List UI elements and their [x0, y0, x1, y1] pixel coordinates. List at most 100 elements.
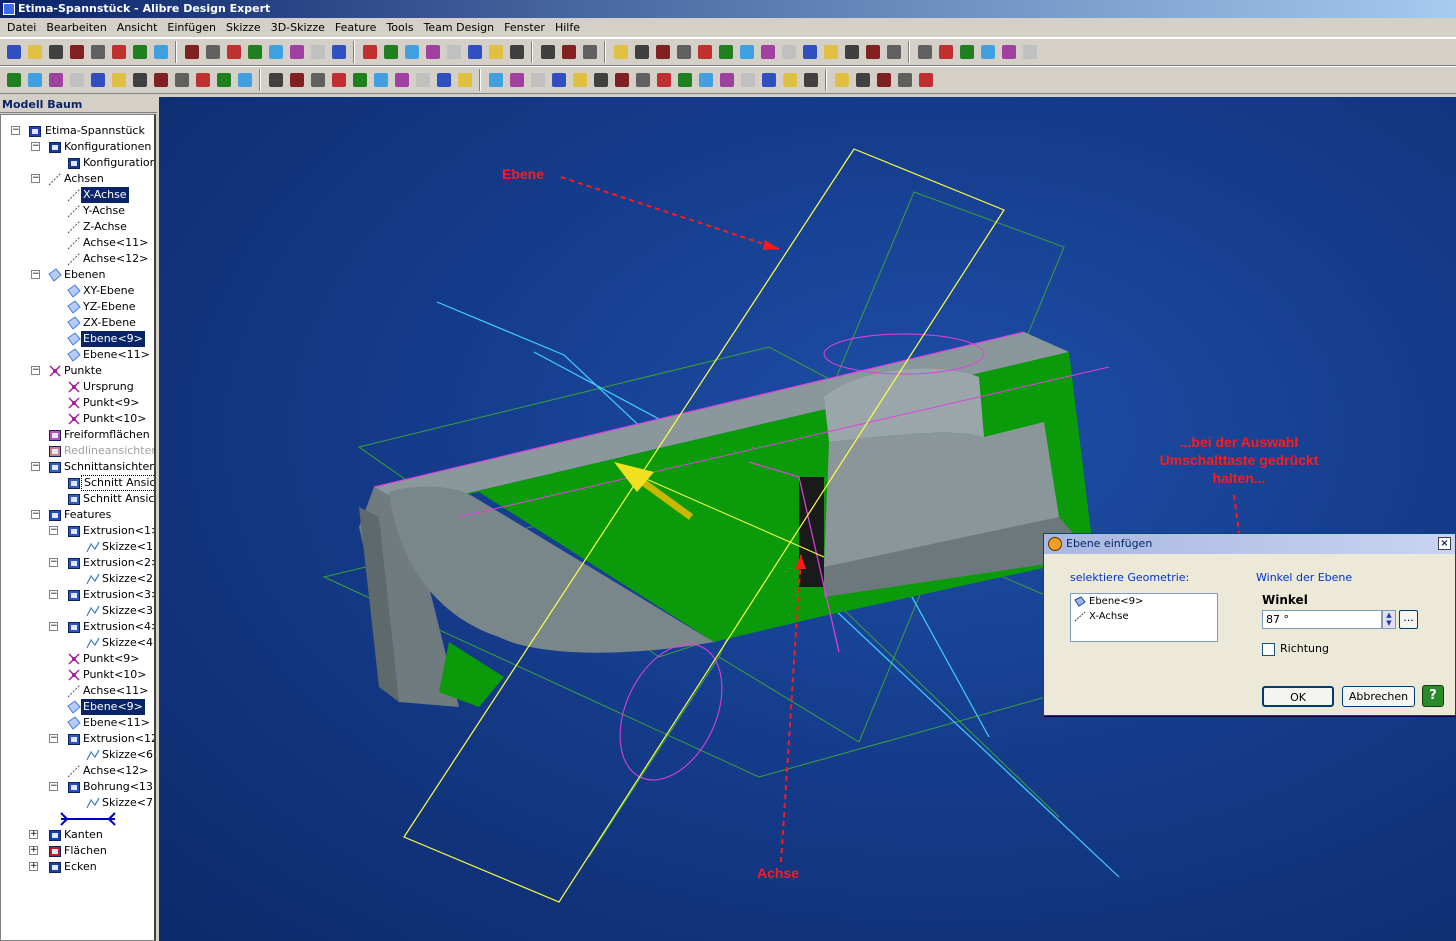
toolbar-button[interactable] — [203, 43, 222, 62]
toolbar-button[interactable] — [842, 43, 861, 62]
toolbar-button[interactable] — [350, 71, 369, 90]
toolbar-button[interactable] — [4, 43, 23, 62]
rollback-marker-icon[interactable] — [59, 812, 117, 826]
toolbar-button[interactable] — [716, 43, 735, 62]
tree-item[interactable]: Redlineansichten — [1, 443, 154, 459]
toolbar-button[interactable] — [214, 71, 233, 90]
collapse-icon[interactable]: − — [49, 590, 58, 599]
toolbar-button[interactable] — [863, 43, 882, 62]
direction-checkbox[interactable] — [1262, 643, 1275, 656]
toolbar-button[interactable] — [895, 71, 914, 90]
collapse-icon[interactable]: − — [31, 174, 40, 183]
menu-item[interactable]: Tools — [381, 21, 418, 34]
toolbar-button[interactable] — [915, 43, 934, 62]
tree-item[interactable]: Schnitt Ansicht — [1, 475, 154, 491]
tree-item[interactable]: − Konfigurationen — [1, 139, 154, 155]
angle-input[interactable]: 87 ° — [1262, 610, 1382, 629]
toolbar-button[interactable] — [308, 43, 327, 62]
tree-item[interactable]: Konfiguration<1> — [1, 155, 154, 171]
menu-item[interactable]: Bearbeiten — [41, 21, 111, 34]
tree-item[interactable]: ZX-Ebene — [1, 315, 154, 331]
tree-item[interactable]: − Etima-Spannstück — [1, 123, 154, 139]
angle-spinner[interactable]: ▲ ▼ — [1382, 610, 1396, 629]
toolbar-button[interactable] — [884, 43, 903, 62]
tree-item[interactable]: Ebene<11> — [1, 347, 154, 363]
toolbar-button[interactable] — [758, 43, 777, 62]
toolbar-button[interactable] — [801, 71, 820, 90]
collapse-icon[interactable]: − — [49, 558, 58, 567]
toolbar-button[interactable] — [329, 71, 348, 90]
toolbar-button[interactable] — [675, 71, 694, 90]
tree-item[interactable]: Freiformflächen — [1, 427, 154, 443]
tree-item[interactable]: Achse<11> — [1, 235, 154, 251]
tree-item[interactable]: YZ-Ebene — [1, 299, 154, 315]
tree-item[interactable]: + Ecken — [1, 859, 154, 875]
collapse-icon[interactable]: − — [11, 126, 20, 135]
ok-button[interactable]: OK — [1262, 686, 1334, 707]
model-tree[interactable]: − Etima-Spannstück − Konfigurationen Konfigu… — [0, 114, 156, 941]
toolbar-button[interactable] — [738, 71, 757, 90]
toolbar-button[interactable] — [559, 43, 578, 62]
3d-viewport[interactable]: Ebene Achse ...bei der Auswahl Umschaltt… — [159, 97, 1456, 941]
toolbar-button[interactable] — [674, 43, 693, 62]
toolbar-button[interactable] — [507, 71, 526, 90]
toolbar-button[interactable] — [224, 43, 243, 62]
geometry-item-axis[interactable]: X-Achse — [1071, 609, 1217, 624]
toolbar-button[interactable] — [832, 71, 851, 90]
menu-item[interactable]: 3D-Skizze — [266, 21, 330, 34]
tree-item[interactable] — [1, 811, 154, 827]
tree-item[interactable]: Skizze<6> — [1, 747, 154, 763]
toolbar-button[interactable] — [632, 43, 651, 62]
menu-item[interactable]: Feature — [330, 21, 382, 34]
toolbar-button[interactable] — [507, 43, 526, 62]
tree-item[interactable]: Skizze<7> — [1, 795, 154, 811]
toolbar-button[interactable] — [266, 43, 285, 62]
toolbar-button[interactable] — [957, 43, 976, 62]
tree-item[interactable]: Skizze<2> — [1, 571, 154, 587]
toolbar-button[interactable] — [182, 43, 201, 62]
dialog-title-bar[interactable]: Ebene einfügen × — [1044, 534, 1455, 554]
dialog-close-button[interactable]: × — [1438, 537, 1451, 550]
tree-item[interactable]: − Punkte — [1, 363, 154, 379]
tree-item[interactable]: XY-Ebene — [1, 283, 154, 299]
toolbar-button[interactable] — [235, 71, 254, 90]
expand-icon[interactable]: + — [29, 830, 38, 839]
menu-item[interactable]: Ansicht — [112, 21, 163, 34]
toolbar-button[interactable] — [486, 71, 505, 90]
toolbar-button[interactable] — [266, 71, 285, 90]
expand-icon[interactable]: + — [29, 846, 38, 855]
tree-item[interactable]: Punkt<10> — [1, 411, 154, 427]
toolbar-button[interactable] — [444, 43, 463, 62]
toolbar-button[interactable] — [612, 71, 631, 90]
toolbar-button[interactable] — [916, 71, 935, 90]
toolbar-button[interactable] — [528, 71, 547, 90]
toolbar-button[interactable] — [151, 71, 170, 90]
toolbar-button[interactable] — [67, 71, 86, 90]
toolbar-button[interactable] — [695, 43, 714, 62]
collapse-icon[interactable]: − — [31, 462, 40, 471]
toolbar-button[interactable] — [308, 71, 327, 90]
toolbar-button[interactable] — [465, 43, 484, 62]
tree-item[interactable]: Schnitt Ansicht — [1, 491, 154, 507]
collapse-icon[interactable]: − — [49, 622, 58, 631]
tree-item[interactable]: − Achsen — [1, 171, 154, 187]
tree-item[interactable]: + Kanten — [1, 827, 154, 843]
toolbar-button[interactable] — [402, 43, 421, 62]
tree-item[interactable]: Ebene<9> — [1, 331, 154, 347]
tree-item[interactable]: Achse<11> — [1, 683, 154, 699]
toolbar-button[interactable] — [654, 71, 673, 90]
tree-item[interactable]: Punkt<10> — [1, 667, 154, 683]
toolbar-button[interactable] — [853, 71, 872, 90]
tree-item[interactable]: + Flächen — [1, 843, 154, 859]
tree-item[interactable]: Skizze<3> — [1, 603, 154, 619]
tree-item[interactable]: Z-Achse — [1, 219, 154, 235]
tree-item[interactable]: X-Achse — [1, 187, 154, 203]
toolbar-button[interactable] — [737, 43, 756, 62]
toolbar-button[interactable] — [25, 43, 44, 62]
toolbar-button[interactable] — [88, 43, 107, 62]
menu-item[interactable]: Datei — [2, 21, 41, 34]
collapse-icon[interactable]: − — [49, 526, 58, 535]
toolbar-button[interactable] — [999, 43, 1018, 62]
help-button[interactable]: ? — [1422, 685, 1444, 707]
collapse-icon[interactable]: − — [31, 510, 40, 519]
